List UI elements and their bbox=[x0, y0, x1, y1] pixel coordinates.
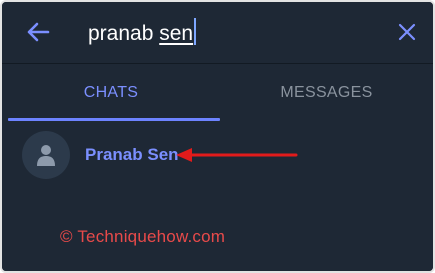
active-tab-indicator bbox=[8, 118, 220, 121]
back-button[interactable] bbox=[24, 19, 52, 45]
arrow-left-icon bbox=[27, 22, 50, 42]
search-results: Pranab Sen © Techniquehow.com bbox=[2, 122, 433, 271]
search-query-suggestion: sen bbox=[159, 22, 194, 45]
tab-messages[interactable]: MESSAGES bbox=[220, 64, 433, 122]
person-icon bbox=[37, 145, 55, 166]
close-icon bbox=[398, 23, 416, 41]
app-window: pranab sen CHATS MESSAGES Pranab Sen © T… bbox=[0, 0, 435, 273]
contact-name: Pranab Sen bbox=[85, 145, 179, 164]
search-tabs: CHATS MESSAGES bbox=[2, 64, 433, 122]
tab-chats[interactable]: CHATS bbox=[2, 64, 220, 122]
watermark: © Techniquehow.com bbox=[60, 227, 226, 246]
text-cursor bbox=[194, 18, 197, 45]
avatar bbox=[22, 131, 70, 179]
search-query-text: pranab bbox=[88, 22, 160, 45]
search-input[interactable]: pranab sen bbox=[88, 18, 197, 48]
clear-search-button[interactable] bbox=[395, 20, 419, 44]
search-bar: pranab sen bbox=[2, 2, 433, 64]
annotation-arrow bbox=[176, 148, 298, 162]
